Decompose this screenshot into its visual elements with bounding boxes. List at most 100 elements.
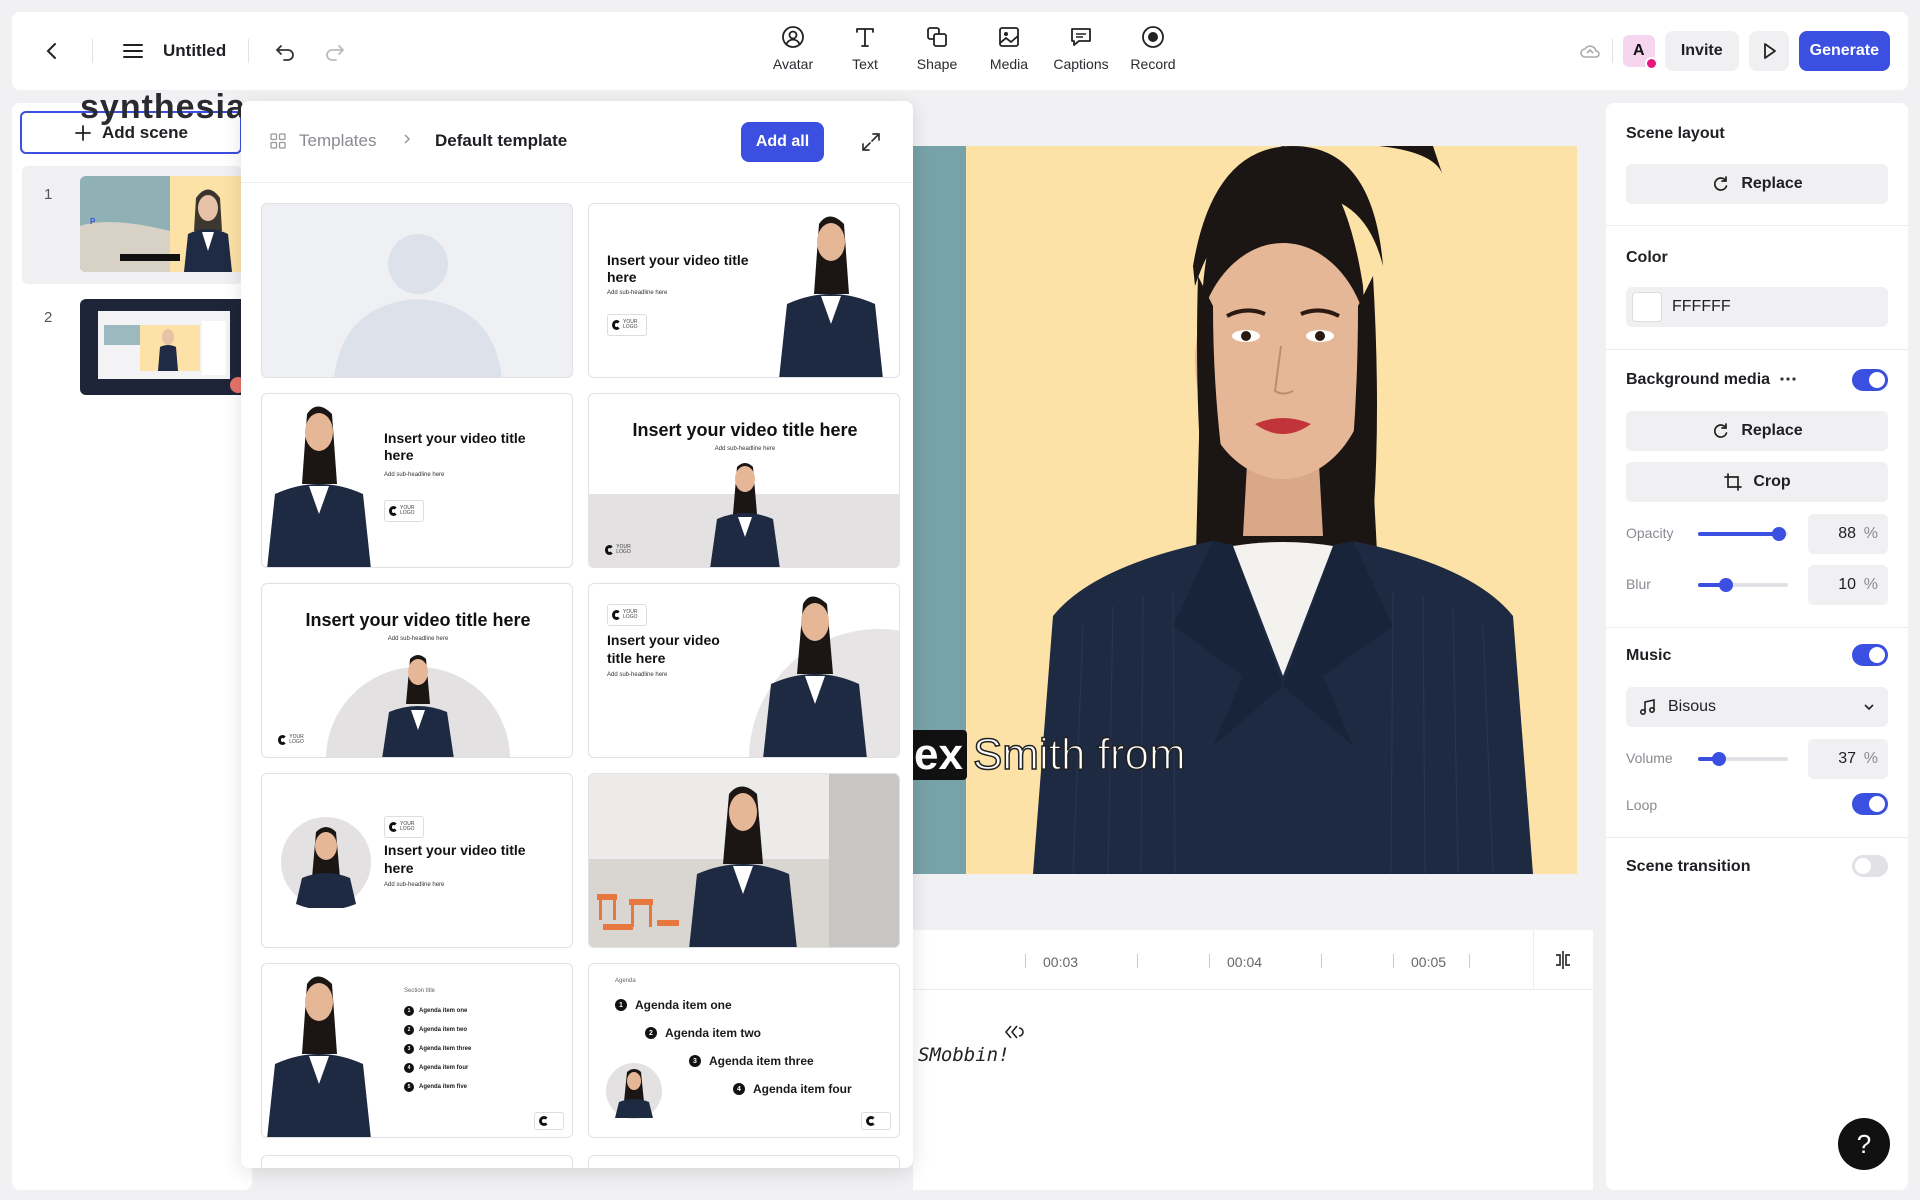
crop-icon: [1724, 473, 1743, 491]
breadcrumb-root[interactable]: Templates: [269, 131, 376, 151]
back-button[interactable]: [32, 31, 72, 71]
template-title-line1: Insert your video: [607, 632, 720, 648]
avatar-placeholder: [334, 234, 502, 377]
script-text[interactable]: SMobbin!: [918, 1044, 1010, 1066]
volume-label: Volume: [1626, 750, 1673, 766]
add-all-button[interactable]: Add all: [741, 122, 824, 162]
music-select[interactable]: Bisous: [1626, 687, 1888, 727]
split-button[interactable]: [1551, 948, 1575, 977]
template-card-title-top[interactable]: Insert your video title here Add sub-hea…: [588, 393, 900, 568]
divider: [92, 39, 93, 63]
loop-toggle[interactable]: [1852, 793, 1888, 815]
tool-avatar[interactable]: Avatar: [757, 24, 829, 72]
template-subtitle: Add sub-headline here: [387, 636, 449, 642]
scene-item-1[interactable]: 1 P: [22, 166, 248, 284]
agenda-item: 1 Agenda item one: [615, 998, 732, 1012]
color-input[interactable]: FFFFFF: [1626, 287, 1888, 327]
properties-panel: Scene layout Replace Color FFFFFF Backgr…: [1606, 103, 1908, 1190]
shape-icon: [927, 27, 947, 47]
agenda-list-small: 1 Agenda item one 2 Agenda item two 3 Agend…: [404, 1006, 471, 1092]
caption-overlay[interactable]: ex Smith from: [910, 729, 1186, 780]
divider: [1606, 349, 1908, 350]
replace-media-button[interactable]: Replace: [1626, 411, 1888, 451]
template-card-blank[interactable]: [261, 203, 573, 378]
logo-placeholder: [861, 1112, 891, 1130]
tool-avatar-label: Avatar: [772, 56, 814, 72]
undo-button[interactable]: [265, 31, 305, 71]
template-card-partial[interactable]: [261, 1155, 573, 1168]
tool-media[interactable]: Media: [973, 24, 1045, 72]
menu-button[interactable]: [113, 31, 153, 71]
template-card-title-right-avatar[interactable]: Insert your video title here Add sub-hea…: [588, 203, 900, 378]
chevron-left-icon: [46, 43, 56, 59]
tool-captions[interactable]: Captions: [1045, 24, 1117, 72]
scene-number: 2: [44, 309, 53, 326]
blur-handle[interactable]: [1719, 578, 1733, 592]
agenda-item: 3 Agenda item three: [689, 1054, 814, 1068]
crop-button[interactable]: Crop: [1626, 462, 1888, 502]
avatar-thumb: [779, 216, 883, 377]
template-card-section-agenda[interactable]: Section title 1 Agenda item one 2 Agenda i…: [261, 963, 573, 1138]
tool-shape[interactable]: Shape: [901, 24, 973, 72]
tool-record[interactable]: Record: [1117, 24, 1189, 72]
color-title: Color: [1626, 249, 1668, 266]
redo-icon: [326, 45, 345, 61]
time-label: 00:05: [1411, 954, 1447, 970]
opacity-handle[interactable]: [1772, 527, 1786, 541]
top-bar-right: A Invite Generate: [1578, 31, 1890, 71]
divider: [1606, 627, 1908, 628]
invite-button[interactable]: Invite: [1664, 31, 1739, 71]
tool-text[interactable]: Text: [829, 24, 901, 72]
template-subtitle: Add sub-headline here: [714, 446, 776, 452]
divider: [248, 39, 250, 63]
refresh-icon: [1714, 423, 1728, 438]
timeline[interactable]: 00:03 00:04 00:05: [913, 930, 1593, 1190]
template-card-photo-bg[interactable]: [588, 773, 900, 948]
gesture-icon: [1004, 1025, 1024, 1039]
scene-number: 1: [44, 186, 53, 203]
generate-button[interactable]: Generate: [1798, 31, 1890, 71]
music-track-name: Bisous: [1668, 698, 1717, 715]
cloud-sync-icon: [1580, 45, 1600, 58]
template-card-circle-avatar[interactable]: YOUR LOGO Insert your video title here A…: [261, 773, 573, 948]
office-photo-thumb: [589, 774, 899, 947]
template-subtitle: Add sub-headline here: [384, 472, 445, 478]
replace-layout-button[interactable]: Replace: [1626, 164, 1888, 204]
tick: [1137, 954, 1138, 968]
template-subtitle: Add sub-headline here: [607, 672, 668, 678]
avatar-thumb: [710, 463, 780, 567]
template-card-title-arc[interactable]: Insert your video title here Add sub-hea…: [261, 583, 573, 758]
user-avatar[interactable]: A: [1622, 35, 1658, 70]
music-toggle[interactable]: [1852, 644, 1888, 666]
project-title[interactable]: Untitled: [163, 41, 226, 61]
color-value: FFFFFF: [1672, 298, 1731, 315]
play-icon: [1763, 43, 1776, 59]
chevron-down-icon: [1864, 704, 1874, 711]
avatar-icon: [782, 26, 804, 48]
blur-input[interactable]: 10%: [1808, 565, 1888, 605]
color-swatch[interactable]: [1632, 292, 1662, 322]
more-options-button[interactable]: [1776, 367, 1800, 396]
bg-media-toggle[interactable]: [1852, 369, 1888, 391]
help-button[interactable]: ?: [1838, 1118, 1890, 1170]
opacity-input[interactable]: 88%: [1808, 514, 1888, 554]
scene-item-2[interactable]: 2: [22, 289, 248, 407]
template-card-partial[interactable]: [588, 1155, 900, 1168]
scene-transition-toggle[interactable]: [1852, 855, 1888, 877]
top-bar: Untitled Avatar Text Shape Media Caption…: [12, 12, 1908, 90]
captions-icon: [1071, 28, 1091, 46]
template-card-title-left-arc[interactable]: YOUR LOGO Insert your video title here A…: [588, 583, 900, 758]
template-card-agenda[interactable]: Agenda 1 Agenda item one 2 Agenda item two…: [588, 963, 900, 1138]
scenes-panel: Add scene 1 P 2: [12, 103, 252, 1190]
tick: [1321, 954, 1322, 968]
preview-button[interactable]: [1748, 31, 1789, 71]
expand-button[interactable]: [851, 122, 891, 167]
templates-header: Templates Default template Add all: [241, 101, 913, 183]
logo-placeholder: YOUR LOGO: [274, 729, 314, 751]
redo-button[interactable]: [315, 31, 355, 71]
volume-handle[interactable]: [1712, 752, 1726, 766]
volume-input[interactable]: 37%: [1808, 739, 1888, 779]
template-card-title-left-avatar[interactable]: Insert your video title here Add sub-hea…: [261, 393, 573, 568]
template-title-line2: here: [384, 860, 414, 876]
text-icon: [856, 28, 874, 47]
